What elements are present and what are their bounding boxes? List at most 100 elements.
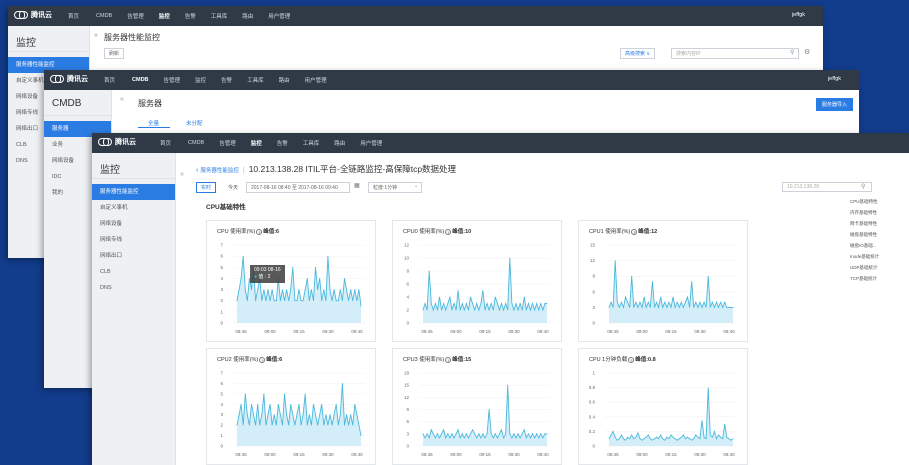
y-tick-label: 18	[404, 371, 410, 376]
nav-alarm-mgmt[interactable]: 告管理	[164, 76, 181, 84]
breadcrumb-link[interactable]: 服务器性能监控	[200, 166, 239, 174]
back-arrow-icon[interactable]: ‹	[196, 167, 198, 174]
data-point	[652, 439, 653, 441]
quick-link-memory[interactable]: 内存基础特性	[850, 207, 879, 218]
brand-name: 腾讯云	[31, 12, 52, 19]
sidebar-item-dns[interactable]: DNS	[92, 280, 175, 296]
help-icon[interactable]: ?	[628, 356, 635, 363]
data-point	[443, 429, 445, 431]
data-point	[699, 301, 701, 303]
refresh-button[interactable]: 刷新	[104, 48, 125, 59]
nav-tools[interactable]: 工具库	[211, 12, 228, 20]
sidebar-item-clb[interactable]: CLB	[92, 264, 175, 280]
top-nav-bar: 腾讯云 首页 CMDB 告管理 监控 告警 工具库 路由 用户管理 jeffgk	[8, 6, 823, 26]
time-range-input[interactable]: 2017-08-16 08:40 至 2017-08-16 09:40	[246, 182, 350, 193]
nav-home[interactable]: 首页	[160, 139, 171, 147]
help-icon[interactable]: ?	[445, 228, 452, 235]
user-name[interactable]: jeffgk	[792, 12, 805, 18]
help-icon[interactable]: ?	[259, 356, 266, 363]
sidebar-item-server-monitor[interactable]: 服务器性能监控	[92, 184, 175, 200]
quick-link-nic[interactable]: 网卡基础特性	[850, 218, 879, 229]
ip-search-input[interactable]: 10.213.138.28	[782, 182, 872, 192]
data-point	[523, 296, 525, 298]
quick-link-udp[interactable]: UDP基础统计	[850, 262, 879, 273]
today-label[interactable]: 今天	[228, 184, 238, 191]
data-point	[707, 275, 709, 277]
nav-user-mgmt[interactable]: 用户管理	[360, 139, 382, 147]
nav-route[interactable]: 路由	[279, 76, 290, 84]
nav-cmdb[interactable]: CMDB	[96, 13, 112, 19]
data-point	[453, 437, 455, 439]
help-icon[interactable]: ?	[631, 228, 638, 235]
nav-route[interactable]: 路由	[242, 12, 253, 20]
nav-tools[interactable]: 工具库	[247, 76, 264, 84]
collapse-icon[interactable]: «	[180, 171, 184, 178]
quick-link-disk-io[interactable]: 磁盘IO基础...	[850, 240, 879, 251]
nav-user-mgmt[interactable]: 用户管理	[268, 12, 290, 20]
nav-alarm-mgmt[interactable]: 告管理	[127, 12, 144, 20]
nav-monitor[interactable]: 监控	[159, 12, 170, 20]
data-point	[709, 307, 711, 308]
tooltip-value-row: ● 值 : 2	[254, 274, 271, 280]
nav-cmdb[interactable]: CMDB	[188, 140, 204, 146]
data-point	[656, 301, 657, 303]
data-point	[670, 307, 672, 308]
tab-all[interactable]: 全量	[148, 119, 159, 127]
nav-alert[interactable]: 告警	[221, 76, 232, 84]
nav-home[interactable]: 首页	[68, 12, 79, 20]
advanced-search-dropdown[interactable]: 高级搜索 ∨	[620, 48, 656, 59]
data-point	[430, 429, 432, 431]
data-point	[672, 296, 674, 298]
data-point	[337, 424, 339, 426]
nav-alert[interactable]: 告警	[185, 12, 196, 20]
data-point	[631, 275, 633, 277]
data-point	[532, 303, 533, 304]
data-point	[488, 309, 490, 311]
nav-home[interactable]: 首页	[104, 76, 115, 84]
nav-route[interactable]: 路由	[334, 139, 345, 147]
y-tick-label: 4	[406, 295, 409, 300]
nav-monitor[interactable]: 监控	[251, 139, 262, 147]
y-tick-label: 0	[592, 444, 595, 449]
calendar-icon[interactable]: ▦	[354, 182, 360, 189]
quick-link-inode[interactable]: Inode基础统计	[850, 251, 879, 262]
realtime-button[interactable]: 实时	[196, 182, 217, 193]
settings-icon[interactable]: ⚙	[804, 48, 810, 56]
help-icon[interactable]: ?	[445, 356, 452, 363]
collapse-icon[interactable]: «	[120, 96, 124, 103]
x-tick-label: 09:15	[665, 329, 677, 334]
quick-link-disk[interactable]: 磁盘基础特性	[850, 229, 879, 240]
brand-logo[interactable]: 腾讯云	[50, 74, 88, 84]
data-point	[701, 420, 703, 421]
data-point	[623, 307, 624, 308]
sidebar-item-network-device[interactable]: 网络设备	[92, 216, 175, 232]
collapse-icon[interactable]: «	[94, 32, 98, 39]
brand-logo[interactable]: 腾讯云	[98, 137, 136, 147]
search-input[interactable]: 搜索内容IP	[671, 48, 799, 59]
quick-link-cpu[interactable]: CPU基础特性	[850, 196, 879, 207]
x-tick-label: 09:15	[479, 452, 491, 457]
search-icon[interactable]: ⚲	[790, 49, 794, 56]
data-point	[647, 301, 649, 303]
chart-title: CPU 1分钟负载? 峰值:0.8	[589, 356, 656, 363]
brand-logo[interactable]: 腾讯云	[14, 10, 52, 20]
nav-tools[interactable]: 工具库	[303, 139, 320, 147]
search-icon[interactable]: ⚲	[861, 183, 865, 190]
server-import-button[interactable]: 服务器导入	[816, 98, 854, 111]
sidebar-item-custom[interactable]: 自定义事机	[92, 200, 175, 216]
sidebar-item-network-exit[interactable]: 网络出口	[92, 248, 175, 264]
sidebar-item-network-line[interactable]: 网络专线	[92, 232, 175, 248]
data-point	[668, 438, 670, 440]
help-icon[interactable]: ?	[256, 228, 263, 235]
quick-link-tcp[interactable]: TCP基础统计	[850, 273, 879, 284]
data-point	[304, 289, 306, 290]
nav-alarm-mgmt[interactable]: 告管理	[219, 139, 236, 147]
chevron-down-icon[interactable]: ⌄	[414, 183, 418, 189]
user-name[interactable]: jeffgk	[828, 76, 841, 82]
nav-cmdb[interactable]: CMDB	[132, 77, 149, 83]
data-point	[271, 424, 273, 426]
tab-unassigned[interactable]: 未分配	[186, 119, 203, 127]
nav-user-mgmt[interactable]: 用户管理	[305, 76, 327, 84]
nav-alert[interactable]: 告警	[277, 139, 288, 147]
nav-monitor[interactable]: 监控	[195, 76, 206, 84]
